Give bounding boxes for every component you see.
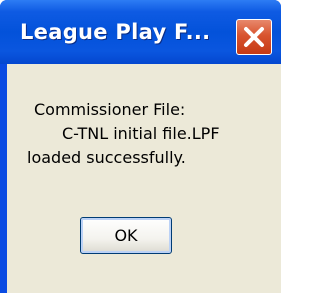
message-line-2: C-TNL initial file.LPF — [62, 124, 220, 143]
title-bar[interactable]: League Play F... — [0, 0, 281, 64]
dialog-window: League Play F... Commissioner File: C-TN… — [0, 0, 281, 293]
message-line-1: Commissioner File: — [34, 100, 186, 119]
dialog-title: League Play F... — [20, 20, 211, 44]
close-button[interactable] — [236, 19, 272, 55]
message-line-3: loaded successfully. — [27, 148, 186, 167]
ok-button[interactable]: OK — [80, 217, 172, 254]
dialog-body: Commissioner File: C-TNL initial file.LP… — [7, 64, 281, 293]
close-x-icon — [244, 27, 264, 47]
